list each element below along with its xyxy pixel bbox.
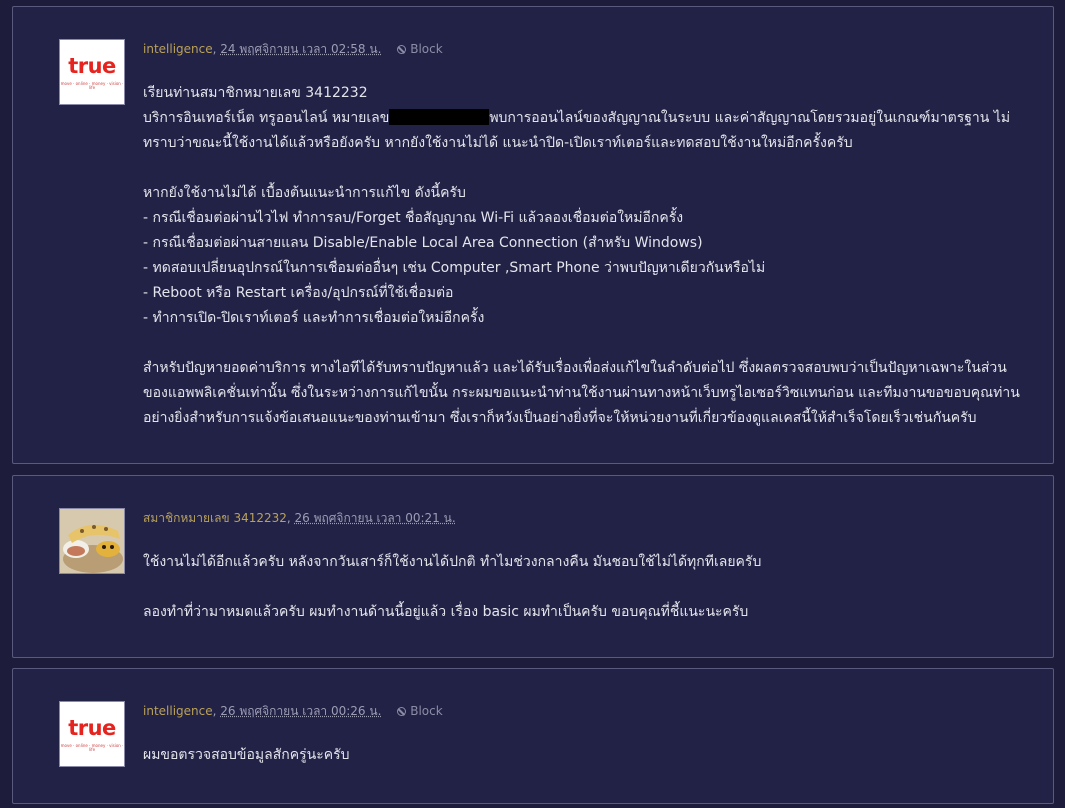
block-label: Block <box>410 704 443 718</box>
comment-card: true move · online · money · vision · li… <box>12 668 1054 804</box>
block-icon <box>397 45 407 54</box>
body-line: เรียนท่านสมาชิกหมายเลข 3412232 <box>143 85 368 101</box>
author-link[interactable]: สมาชิกหมายเลข 3412232 <box>143 511 287 525</box>
comment-date[interactable]: 24 พฤศจิกายน เวลา 02:58 น. <box>220 42 381 56</box>
body-line: - ทดสอบเปลี่ยนอุปกรณ์ในการเชื่อมต่ออื่นๆ… <box>143 260 766 276</box>
comment-meta: intelligence, 24 พฤศจิกายน เวลา 02:58 น.… <box>143 40 443 59</box>
body-line: อย่างยิ่งสำหรับการแจ้งข้อเสนอแนะของท่านเ… <box>143 410 977 426</box>
comment-date[interactable]: 26 พฤศจิกายน เวลา 00:26 น. <box>220 704 381 718</box>
body-text: พบการออนไลน์ของสัญญาณในระบบ และค่าสัญญาณ… <box>489 110 1011 126</box>
comment-date[interactable]: 26 พฤศจิกายน เวลา 00:21 น. <box>295 511 456 525</box>
body-text: บริการอินเทอร์เน็ต ทรูออนไลน์ หมายเลข <box>143 110 390 126</box>
comment-body: ใช้งานไม่ได้อีกแล้วครับ หลังจากวันเสาร์ก… <box>143 550 1033 625</box>
body-line: ลองทำที่ว่ามาหมดแล้วครับ ผมทำงานด้านนี้อ… <box>143 604 749 620</box>
avatar[interactable]: true move · online · money · vision · li… <box>59 701 125 767</box>
body-line: ผมขอตรวจสอบข้อมูลสักครู่นะครับ <box>143 747 350 763</box>
block-button[interactable]: Block <box>397 42 443 56</box>
body-line: หากยังใช้งานไม่ได้ เบื้องต้นแนะนำการแก้ไ… <box>143 185 466 201</box>
gecko-photo-icon <box>60 509 124 573</box>
comment-meta: intelligence, 26 พฤศจิกายน เวลา 00:26 น.… <box>143 702 443 721</box>
body-line: - ทำการเปิด-ปิดเราท์เตอร์ และทำการเชื่อม… <box>143 310 485 326</box>
body-line: - กรณีเชื่อมต่อผ่านไวไฟ ทำการลบ/Forget ช… <box>143 210 684 226</box>
body-line: บริการอินเทอร์เน็ต ทรูออนไลน์ หมายเลข พบก… <box>143 106 1033 131</box>
body-line: ของแอพพลิเคชั่นเท่านั้น ซึ่งในระหว่างการ… <box>143 385 1020 401</box>
logo-tagline: move · online · money · vision · life <box>60 81 124 90</box>
true-logo: true <box>68 54 116 78</box>
block-button[interactable]: Block <box>397 704 443 718</box>
avatar[interactable]: true move · online · money · vision · li… <box>59 39 125 105</box>
avatar[interactable] <box>59 508 125 574</box>
logo-tagline: move · online · money · vision · life <box>60 743 124 752</box>
body-line: ทราบว่าขณะนี้ใช้งานได้แล้วหรือยังครับ หา… <box>143 135 853 151</box>
block-label: Block <box>410 42 443 56</box>
comment-body: เรียนท่านสมาชิกหมายเลข 3412232 บริการอิน… <box>143 81 1033 431</box>
body-line: สำหรับปัญหายอดค่าบริการ ทางไอทีได้รับทรา… <box>143 360 1007 376</box>
redacted-number <box>389 109 490 125</box>
comment-meta: สมาชิกหมายเลข 3412232, 26 พฤศจิกายน เวลา… <box>143 509 456 528</box>
author-link[interactable]: intelligence <box>143 42 213 56</box>
author-link[interactable]: intelligence <box>143 704 213 718</box>
true-logo: true <box>68 716 116 740</box>
comment-body: ผมขอตรวจสอบข้อมูลสักครู่นะครับ <box>143 743 1033 768</box>
meta-separator: , <box>286 511 295 525</box>
comment-card: สมาชิกหมายเลข 3412232, 26 พฤศจิกายน เวลา… <box>12 475 1054 658</box>
body-line: - Reboot หรือ Restart เครื่อง/อุปกรณ์ที่… <box>143 285 454 301</box>
block-icon <box>397 707 407 716</box>
body-line: - กรณีเชื่อมต่อผ่านสายแลน Disable/Enable… <box>143 235 703 251</box>
comment-card: true move · online · money · vision · li… <box>12 6 1054 464</box>
body-line: ใช้งานไม่ได้อีกแล้วครับ หลังจากวันเสาร์ก… <box>143 554 762 570</box>
